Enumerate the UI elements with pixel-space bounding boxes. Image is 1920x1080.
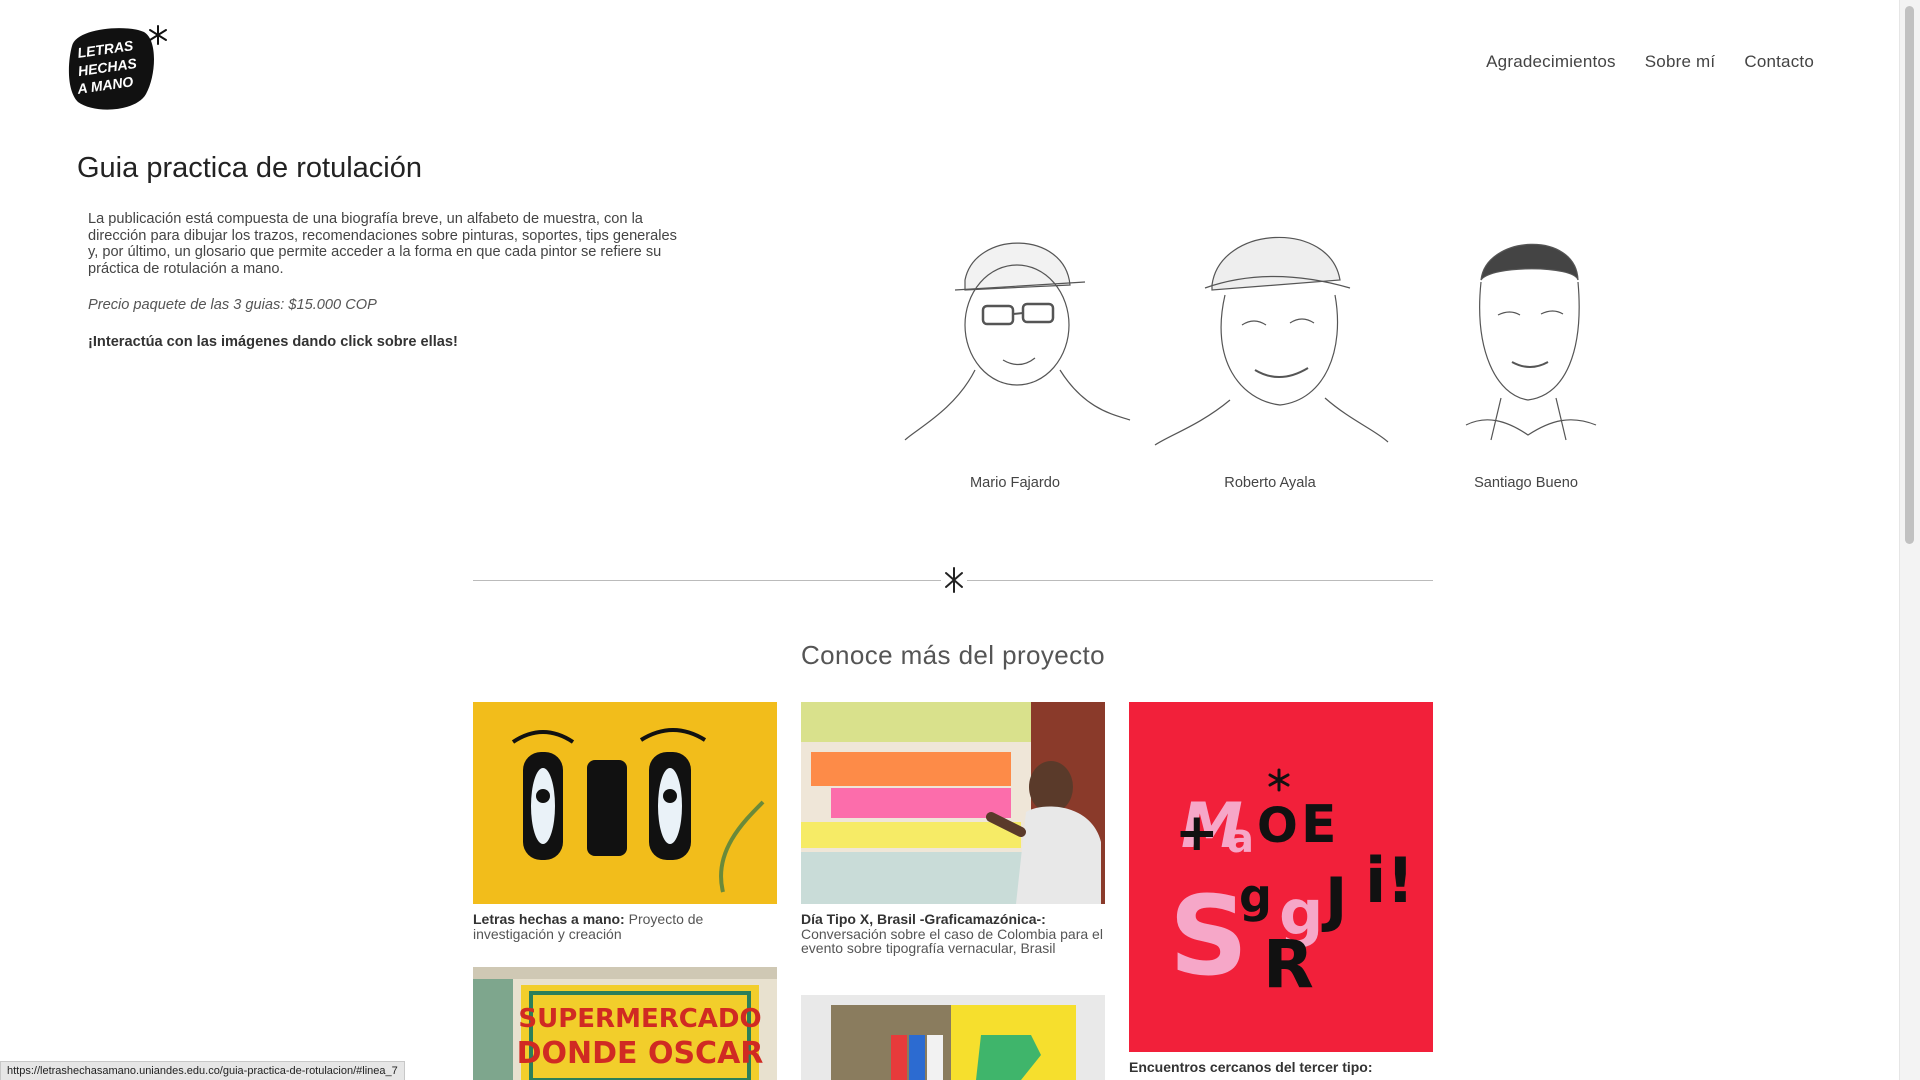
intro-text: La publicación está compuesta de una bio… [88,211,688,370]
mural-painter-image[interactable] [801,702,1105,904]
card-text: Conversación sobre el caso de Colombia p… [801,925,1103,956]
svg-text:+: + [1175,803,1219,863]
interaction-hint: ¡Interactúa con las imágenes dando click… [88,333,458,350]
nav-sobre-mi[interactable]: Sobre mí [1645,52,1716,72]
portrait-name: Santiago Bueno [1474,475,1578,491]
portrait-roberto-ayala[interactable]: Roberto Ayala [1150,210,1390,491]
card-supermercado[interactable]: SUPERMERCADO DONDE OSCAR [473,967,777,1080]
card-letras-hechas-a-mano[interactable]: Letras hechas a mano: Proyecto de invest… [473,702,777,941]
svg-text:g: g [1239,869,1272,923]
site-logo[interactable]: LETRAS HECHAS A MANO [66,24,168,114]
section-title: Conoce más del proyecto [800,640,1106,670]
svg-text:R: R [1263,926,1314,1003]
svg-text:J: J [1321,865,1347,935]
status-bar-url: https://letrashechasamano.uniandes.edu.c… [0,1061,405,1080]
main-nav: Agradecimientos Sobre mí Contacto [1486,52,1814,72]
nav-agradecimientos[interactable]: Agradecimientos [1486,52,1616,72]
supermercado-sign-image[interactable]: SUPERMERCADO DONDE OSCAR [473,967,777,1080]
card-caption: Día Tipo X, Brasil -Graficamazónica-: Co… [801,912,1105,956]
svg-text:i!: i! [1365,844,1415,917]
portrait-name: Roberto Ayala [1224,475,1316,491]
portrait-name: Mario Fajardo [969,475,1061,491]
page-title: Guia practica de rotulación [77,152,422,184]
site-header: LETRAS HECHAS A MANO Agradecimientos Sob… [0,0,1900,140]
portrait-mario-fajardo[interactable]: Mario Fajardo [895,210,1135,491]
description: La publicación está compuesta de una bio… [88,211,677,277]
nav-contacto[interactable]: Contacto [1744,52,1814,72]
svg-text:E: E [1301,795,1337,855]
card-caption: Letras hechas a mano: Proyecto de invest… [473,912,777,941]
letters-poster-image[interactable]: M + a O E S g g J i! R [1129,702,1433,1052]
card-title: Encuentros cercanos del tercer tipo: [1129,1059,1373,1075]
svg-text:S: S [1169,872,1248,1000]
portrait-gallery: Mario Fajardo Roberto Ayala Santiago Bue… [895,210,1665,510]
svg-text:O: O [1257,798,1298,854]
ojo-sign-image[interactable] [473,702,777,904]
sign-line-1: SUPERMERCADO [518,1004,761,1034]
price-text: Precio paquete de las 3 guias: $15.000 C… [88,297,377,313]
card-encuentros-cercanos[interactable]: M + a O E S g g J i! R Encuentros cercan… [1129,702,1433,1075]
card-dia-tipo-x[interactable]: Día Tipo X, Brasil -Graficamazónica-: Co… [801,702,1105,956]
scrollbar-thumb[interactable] [1905,6,1914,544]
page-scrollbar[interactable] [1899,0,1920,1080]
book-spread-image[interactable] [801,995,1105,1080]
portrait-sketch-icon[interactable] [895,210,1135,450]
portrait-sketch-icon[interactable] [1406,210,1646,450]
sign-line-2: DONDE OSCAR [517,1036,764,1071]
svg-text:a: a [1227,816,1254,862]
portrait-santiago-bueno[interactable]: Santiago Bueno [1406,210,1646,491]
asterisk-icon [941,565,967,595]
card-book[interactable] [801,995,1105,1080]
card-caption: Encuentros cercanos del tercer tipo: [1129,1060,1433,1075]
portrait-sketch-icon[interactable] [1150,210,1390,450]
